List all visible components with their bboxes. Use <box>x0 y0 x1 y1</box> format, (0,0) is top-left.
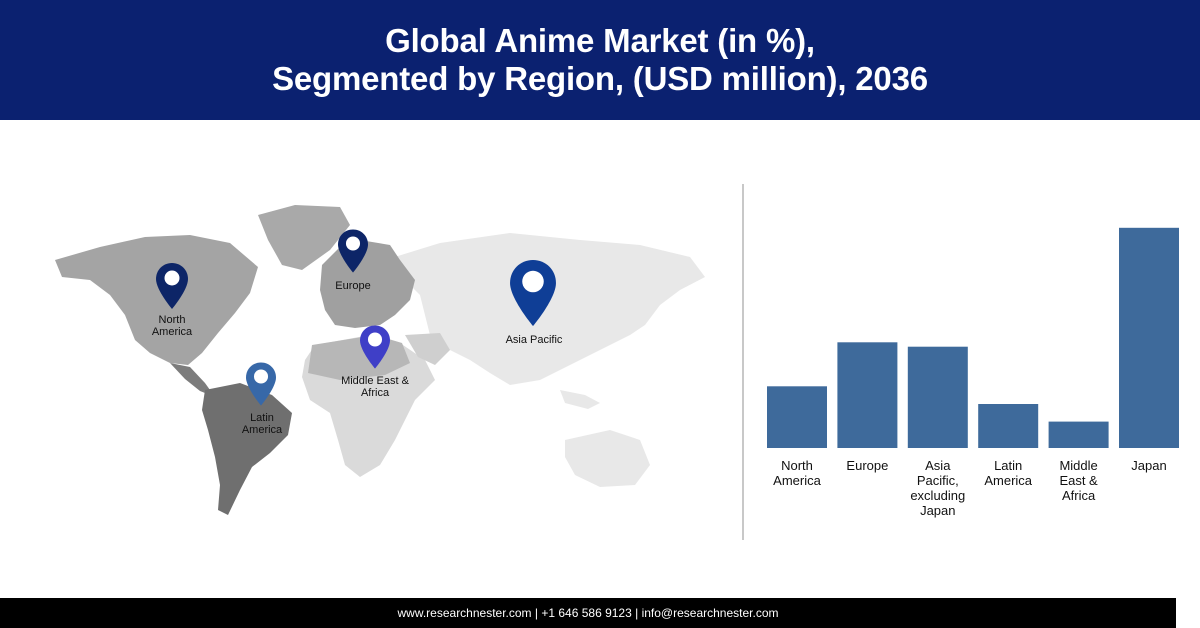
map-label-latin-america: Latin America <box>234 412 290 436</box>
category-label-line: Asia <box>925 458 951 473</box>
latin-america-pin-icon <box>246 362 276 406</box>
map-label-middle-east-africa-line-2: Africa <box>360 387 390 399</box>
category-label-line: America <box>984 473 1033 488</box>
map-label-europe-line-1: Europe <box>335 280 371 292</box>
chart-title-line-2: Segmented by Region, (USD million), 2036 <box>272 60 928 97</box>
sea-islands <box>560 390 600 409</box>
bar-north-america <box>767 386 827 448</box>
category-label-line: excluding <box>910 488 966 503</box>
chart-title-line-1: Global Anime Market (in %), <box>385 22 815 59</box>
bar-chart <box>767 227 1179 448</box>
europe-pin-icon <box>338 229 368 273</box>
bar-middle-east-africa <box>1048 421 1109 448</box>
australia-landmass <box>565 430 650 487</box>
category-label-line: Africa <box>1061 488 1096 503</box>
map-label-middle-east-africa-line-1: Middle East & <box>341 375 409 387</box>
category-label-line: America <box>773 473 821 488</box>
category-label: Asia Pacific, excluding Japan <box>903 458 973 518</box>
category-label: Japan <box>1114 458 1184 473</box>
map-label-latin-america-line-2: America <box>241 424 283 436</box>
world-map: North America Europe Asia Pacific Middle… <box>40 185 720 525</box>
panel-divider <box>742 184 744 540</box>
map-label-north-america: North America <box>146 314 198 338</box>
map-label-latin-america-line-1: Latin <box>250 412 274 424</box>
bar-asia-pacific-excluding-japan <box>907 346 968 448</box>
header-banner: Global Anime Market (in %), Segmented by… <box>0 0 1200 120</box>
north-america-pin-icon <box>156 263 188 309</box>
category-label-line: Middle <box>1059 458 1098 473</box>
category-label-line: Europe <box>846 458 889 473</box>
middle-east-africa-pin-icon <box>360 325 390 369</box>
bar-latin-america <box>978 404 1039 448</box>
footer-separator-2: | <box>631 606 642 620</box>
category-label: Middle East & Africa <box>1044 458 1114 503</box>
footer-bar: www.researchnester.com | +1 646 586 9123… <box>0 598 1176 628</box>
category-label-line: Japan <box>1131 458 1167 473</box>
footer-separator-1: | <box>531 606 542 620</box>
category-label-line: North <box>781 458 813 473</box>
footer-website: www.researchnester.com <box>397 606 532 620</box>
map-label-asia-pacific: Asia Pacific <box>492 334 576 346</box>
category-label-line: Japan <box>920 503 956 518</box>
footer-phone: +1 646 586 9123 <box>541 606 632 620</box>
footer-email: info@researchnester.com <box>641 606 779 620</box>
category-label-line: East & <box>1059 473 1098 488</box>
asia-pacific-pin-icon <box>510 260 556 326</box>
bar-japan <box>1119 227 1179 448</box>
map-label-middle-east-africa: Middle East & Africa <box>330 375 420 399</box>
category-label: Europe <box>832 458 902 473</box>
map-label-north-america-line-1: North <box>158 314 186 326</box>
bar-europe <box>837 342 898 448</box>
category-label-line: Latin <box>994 458 1023 473</box>
category-label: Latin America <box>973 458 1043 488</box>
category-label-line: Pacific, <box>916 473 959 488</box>
map-label-asia-pacific-line-1: Asia Pacific <box>505 334 563 346</box>
map-label-north-america-line-2: America <box>151 326 193 338</box>
map-label-europe: Europe <box>326 280 380 292</box>
category-label: North America <box>762 458 832 488</box>
